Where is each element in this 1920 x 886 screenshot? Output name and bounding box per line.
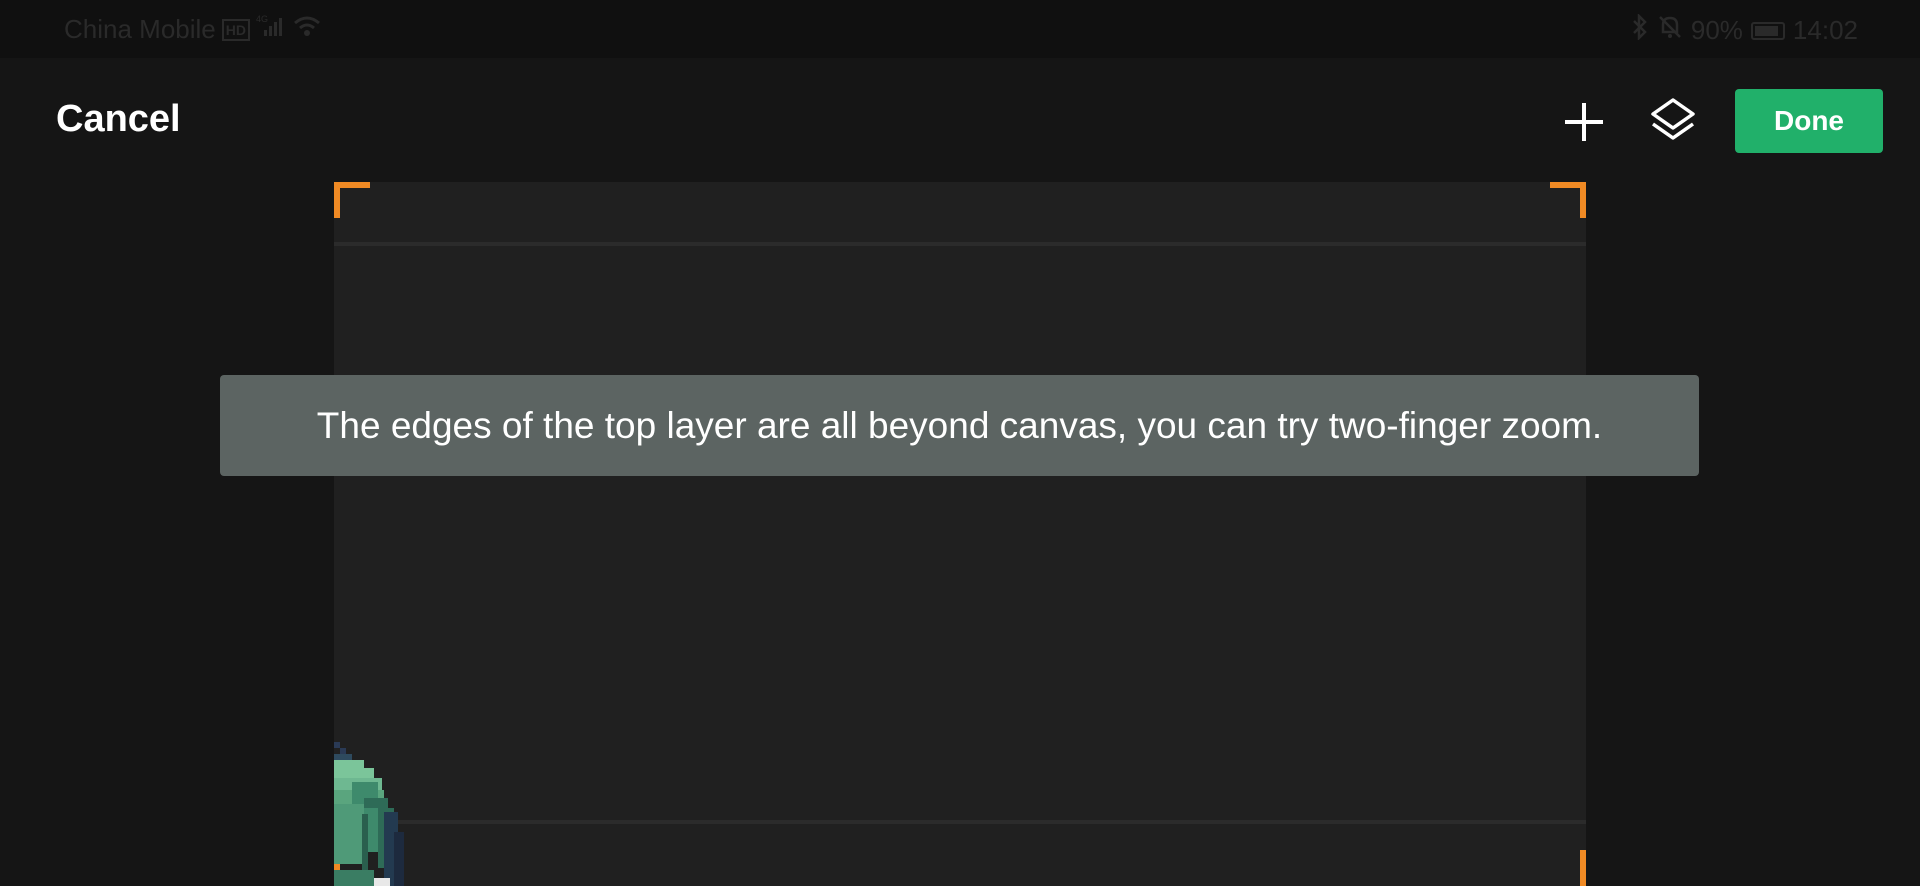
status-bar: China Mobile HD 4G 90% 14:02 bbox=[0, 0, 1920, 58]
status-right: 90% 14:02 bbox=[1631, 12, 1858, 47]
toast-message: The edges of the top layer are all beyon… bbox=[220, 375, 1699, 476]
bluetooth-icon bbox=[1631, 12, 1649, 47]
hd-badge: HD bbox=[221, 18, 250, 41]
battery-fill bbox=[1754, 25, 1778, 36]
status-left: China Mobile HD 4G bbox=[64, 14, 322, 45]
network-type-label: 4G bbox=[256, 14, 268, 24]
plus-icon[interactable] bbox=[1562, 100, 1606, 144]
canvas-guide-bottom bbox=[334, 820, 1586, 824]
wifi-icon bbox=[292, 14, 322, 45]
battery-percent: 90% bbox=[1690, 15, 1743, 45]
clock: 14:02 bbox=[1792, 15, 1858, 45]
battery-icon bbox=[1750, 21, 1785, 40]
done-button[interactable]: Done bbox=[1735, 89, 1883, 153]
cancel-button[interactable]: Cancel bbox=[56, 98, 181, 141]
crop-handle-top-right[interactable] bbox=[1550, 182, 1586, 218]
screen: China Mobile HD 4G 90% 14:02 Cancel Done… bbox=[0, 0, 1920, 886]
signal-icon: 4G bbox=[256, 14, 286, 45]
layers-icon[interactable] bbox=[1648, 96, 1698, 146]
crop-handle-top-left[interactable] bbox=[334, 182, 370, 218]
crop-handle-bottom-right[interactable] bbox=[1550, 850, 1586, 886]
carrier-name: China Mobile bbox=[64, 14, 216, 44]
sprite-image[interactable] bbox=[334, 742, 434, 886]
toast-text: The edges of the top layer are all beyon… bbox=[316, 404, 1603, 446]
canvas[interactable] bbox=[334, 182, 1586, 886]
canvas-guide-top bbox=[334, 242, 1586, 246]
mute-bell-icon bbox=[1657, 14, 1683, 47]
